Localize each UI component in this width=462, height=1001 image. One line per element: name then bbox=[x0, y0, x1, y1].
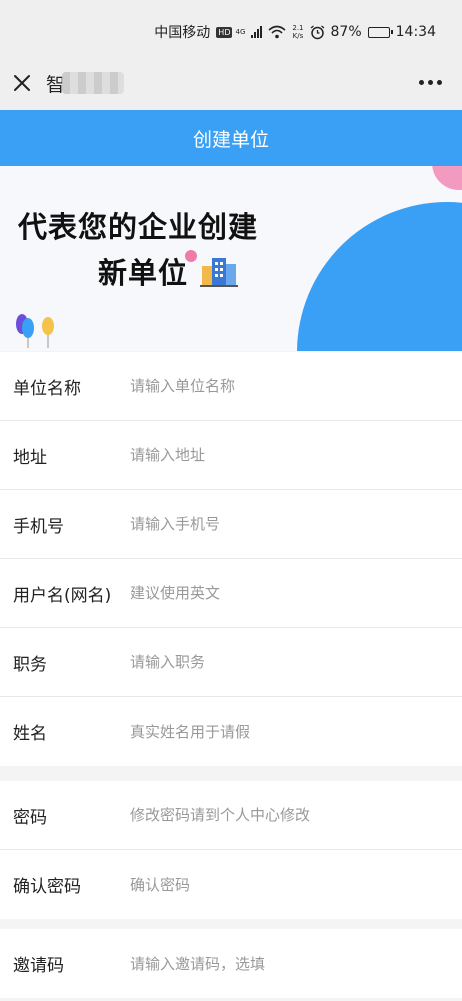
confirm-password-input[interactable] bbox=[130, 850, 440, 919]
carrier-name: 中国移动 bbox=[154, 25, 211, 41]
page-title: 创建单位 bbox=[192, 128, 269, 151]
form-row-username: 用户名(网名) bbox=[0, 559, 462, 628]
position-input[interactable] bbox=[130, 628, 440, 696]
username-label: 用户名(网名) bbox=[13, 585, 112, 606]
form-row-invite-code: 邀请码 bbox=[0, 929, 462, 998]
hd-badge: HD bbox=[216, 26, 233, 38]
invite-code-input[interactable] bbox=[130, 929, 440, 998]
unit-name-input[interactable] bbox=[130, 352, 440, 420]
wifi-icon bbox=[268, 25, 286, 39]
banner-headline-line2: 新单位 bbox=[98, 256, 189, 290]
balloon-icon bbox=[16, 314, 54, 348]
real-name-label: 姓名 bbox=[13, 724, 47, 744]
banner-headline-line1: 代表您的企业创建 bbox=[18, 210, 259, 244]
network-type: 4G bbox=[235, 28, 246, 36]
signal-icon bbox=[251, 26, 263, 38]
speed-value: 2.1 bbox=[292, 24, 304, 32]
address-label: 地址 bbox=[13, 447, 47, 468]
form-row-address: 地址 bbox=[0, 421, 462, 490]
real-name-input[interactable] bbox=[130, 697, 440, 766]
more-icon[interactable] bbox=[419, 80, 442, 85]
password-input[interactable] bbox=[130, 781, 440, 849]
form-row-confirm-password: 确认密码 bbox=[0, 850, 462, 919]
clock: 14:34 bbox=[395, 24, 436, 40]
page-header: 创建单位 bbox=[0, 110, 462, 166]
phone-label: 手机号 bbox=[13, 516, 64, 537]
form-row-unit-name: 单位名称 bbox=[0, 352, 462, 421]
battery-percent: 87% bbox=[330, 24, 362, 40]
alarm-icon bbox=[310, 24, 324, 39]
nav-bar: 智 bbox=[0, 56, 462, 110]
unit-name-label: 单位名称 bbox=[13, 378, 81, 399]
status-bar: 中国移动 HD 4G 2.1 K/s 87% 14:34 bbox=[0, 0, 462, 56]
form-group-password: 密码 确认密码 bbox=[0, 781, 462, 919]
decorative-pink-circle bbox=[432, 166, 462, 190]
nav-title-blur bbox=[62, 72, 124, 94]
invite-code-label: 邀请码 bbox=[13, 956, 64, 976]
password-label: 密码 bbox=[13, 807, 47, 828]
banner: 代表您的企业创建 新单位 bbox=[0, 166, 462, 351]
decorative-pink-dot bbox=[185, 250, 197, 262]
form-row-phone: 手机号 bbox=[0, 490, 462, 559]
status-indicators: 中国移动 HD 4G 2.1 K/s 87% 14:34 bbox=[154, 22, 436, 42]
decorative-blue-circle bbox=[297, 202, 462, 351]
form-group-basic: 单位名称 地址 手机号 用户名(网名) 职务 姓名 bbox=[0, 352, 462, 766]
confirm-password-label: 确认密码 bbox=[13, 877, 81, 897]
battery-icon bbox=[367, 26, 393, 38]
close-icon[interactable] bbox=[12, 73, 32, 93]
address-input[interactable] bbox=[130, 421, 440, 489]
phone-input[interactable] bbox=[130, 490, 440, 558]
username-input[interactable] bbox=[130, 559, 440, 627]
form-row-password: 密码 bbox=[0, 781, 462, 850]
building-icon bbox=[200, 258, 238, 287]
position-label: 职务 bbox=[13, 654, 47, 675]
network-speed: 2.1 K/s bbox=[292, 24, 303, 40]
form-row-real-name: 姓名 bbox=[0, 697, 462, 766]
form-group-invite: 邀请码 bbox=[0, 929, 462, 998]
form-row-position: 职务 bbox=[0, 628, 462, 697]
speed-unit: K/s bbox=[292, 32, 304, 40]
